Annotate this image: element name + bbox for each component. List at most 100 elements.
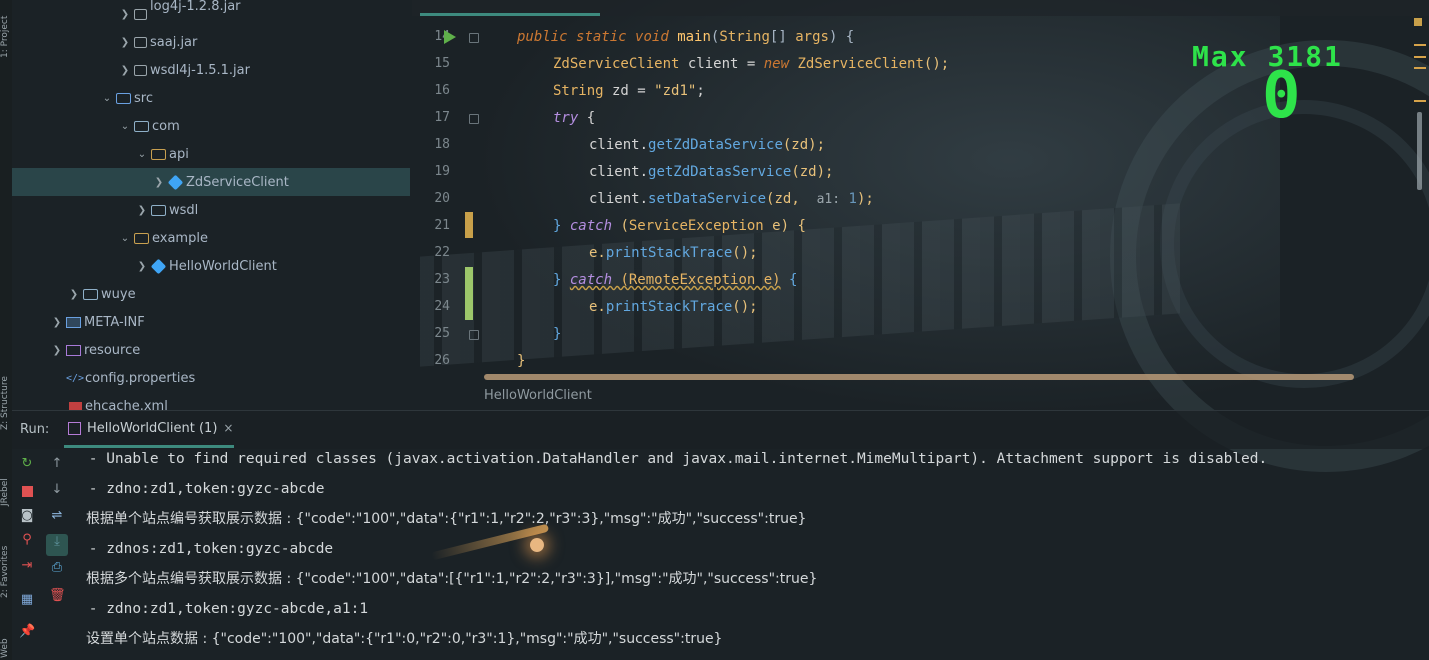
code-line: } [517,353,526,369]
tree-item-example[interactable]: ⌄ example [12,224,410,252]
run-toolbar-left: ↻ ◙ ⚲ ⇥ ▦ 📌 [12,448,42,660]
xml-file-icon [69,401,82,410]
chevron-right-icon[interactable]: ❯ [152,177,166,188]
folder-icon [66,316,81,328]
run-tab-helloworldclient[interactable]: HelloWorldClient (1) × [64,411,234,448]
tree-item-helloworldclient[interactable]: ❯ HelloWorldClient [12,252,410,280]
project-tool-button[interactable]: 1: Project [0,4,12,58]
attach-debugger-icon[interactable]: ⚲ [19,532,35,548]
tree-item-config-properties[interactable]: </> config.properties [12,364,410,392]
line-number: 15 [434,56,450,71]
tree-item-label: saaj.jar [150,34,198,50]
line-number: 26 [434,353,450,368]
change-marker-added[interactable] [465,267,473,320]
code-line: client.setDataService(zd, a1: 1); [589,191,874,207]
left-tool-strip: 1: Project Z: Structure JRebel 2: Favori… [0,0,12,660]
fold-marker-icon[interactable] [469,33,479,43]
active-toggle[interactable] [46,534,68,556]
arrow-up-icon[interactable]: ↑ [49,456,65,472]
breadcrumb[interactable]: HelloWorldClient [484,388,592,403]
fold-marker-icon[interactable] [469,330,479,340]
camera-icon[interactable]: ◙ [19,508,35,524]
code-line: client.getZdDatasService(zd); [589,164,834,180]
editor-horizontal-scrollbar[interactable] [484,374,1354,380]
tree-item-label: api [169,146,189,162]
chevron-down-icon[interactable]: ⌄ [135,149,149,160]
scroll-marker[interactable] [1414,67,1426,69]
line-number: 24 [434,299,450,314]
chevron-down-icon[interactable]: ⌄ [100,93,114,104]
favorites-tool-button[interactable]: 2: Favorites [0,532,12,598]
line-number: 25 [434,326,450,341]
structure-tool-button[interactable]: Z: Structure [0,364,12,430]
web-tool-button[interactable]: Web [0,630,12,658]
trash-icon[interactable]: 🗑 [49,588,66,604]
tree-item-wuye[interactable]: ❯ wuye [12,280,410,308]
tree-item-saaj-jar[interactable]: ❯ saaj.jar [12,28,410,56]
properties-file-icon: </> [66,372,85,384]
tree-item-label: ehcache.xml [85,398,168,411]
line-number: 22 [434,245,450,260]
stop-icon[interactable] [19,484,35,500]
chevron-right-icon[interactable]: ❯ [50,317,64,328]
line-number: 16 [434,83,450,98]
line-number: 21 [434,218,450,233]
tree-item-label: META-INF [84,314,145,330]
chevron-right-icon[interactable]: ❯ [67,289,81,300]
change-marker-modified[interactable] [465,212,473,238]
tree-item-log4j-jar[interactable]: ❯ log4j-1.2.8.jar [12,0,410,28]
code-line: ZdServiceClient client = new ZdServiceCl… [553,56,950,72]
layout-icon[interactable]: ▦ [19,592,35,608]
chevron-right-icon[interactable]: ❯ [118,65,132,76]
exit-icon[interactable]: ⇥ [19,558,35,574]
code-line: public static void main(String[] args) { [517,29,855,45]
tree-item-label: wsdl4j-1.5.1.jar [150,62,250,78]
chevron-down-icon[interactable]: ⌄ [118,121,132,132]
tree-item-zdserviceclient[interactable]: ❯ ZdServiceClient [12,168,410,196]
fold-marker-icon[interactable] [469,114,479,124]
current-score: 0 [1262,59,1301,133]
tree-item-wsdl4j-jar[interactable]: ❯ wsdl4j-1.5.1.jar [12,56,410,84]
editor-vertical-scrollbar[interactable] [1417,112,1422,190]
run-toolbar-right: ↑ ↓ ⇌ ⤓ ⎙ 🗑 [42,448,72,660]
project-tree: ❯ log4j-1.2.8.jar ❯ saaj.jar ❯ wsdl4j-1.… [12,0,410,410]
code-line: e.printStackTrace(); [589,245,758,261]
scroll-marker[interactable] [1414,44,1426,46]
rerun-icon[interactable]: ↻ [19,456,35,472]
chevron-right-icon[interactable]: ❯ [118,37,132,48]
line-number: 18 [434,137,450,152]
code-line: } catch (ServiceException e) { [553,218,806,234]
tree-item-ehcache-xml[interactable]: ehcache.xml [12,392,410,410]
code-line: String zd = "zd1"; [553,83,705,99]
tree-item-meta-inf[interactable]: ❯ META-INF [12,308,410,336]
tree-item-com[interactable]: ⌄ com [12,112,410,140]
inspection-status-icon[interactable] [1414,18,1422,26]
pin-icon[interactable]: 📌 [19,624,35,640]
tree-item-label: wsdl [169,202,199,218]
jar-icon [134,8,147,20]
chevron-down-icon[interactable]: ⌄ [118,233,132,244]
scroll-marker[interactable] [1414,100,1426,102]
tree-item-resource[interactable]: ❯ resource [12,336,410,364]
tree-item-label: src [134,90,153,106]
print-icon[interactable]: ⎙ [49,560,65,576]
jrebel-tool-button[interactable]: JRebel [0,462,12,506]
chevron-right-icon[interactable]: ❯ [135,261,149,272]
console-line: - Unable to find required classes (javax… [80,451,1268,467]
tree-item-src[interactable]: ⌄ src [12,84,410,112]
tree-item-wsdl[interactable]: ❯ wsdl [12,196,410,224]
tree-item-api[interactable]: ⌄ api [12,140,410,168]
line-number: 17 [434,110,450,125]
arrow-down-icon[interactable]: ↓ [49,482,65,498]
run-gutter-icon[interactable] [444,30,456,44]
active-tab-indicator [420,13,600,16]
chevron-right-icon[interactable]: ❯ [50,345,64,356]
code-line: } catch (RemoteException e) { [553,272,798,288]
chevron-right-icon[interactable]: ❯ [118,9,132,20]
line-number: 19 [434,164,450,179]
soft-wrap-icon[interactable]: ⇌ [49,508,65,524]
chevron-right-icon[interactable]: ❯ [135,205,149,216]
tree-item-label: ZdServiceClient [186,174,289,190]
scroll-marker[interactable] [1414,56,1426,58]
close-icon[interactable]: × [223,421,233,435]
